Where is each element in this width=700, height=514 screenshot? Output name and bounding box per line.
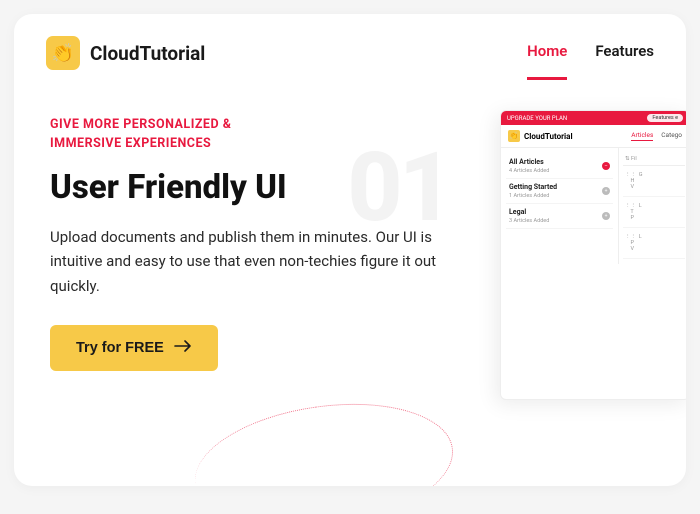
preview-topbar: UPGRADE YOUR PLAN Features e <box>501 111 686 125</box>
preview-sidebar-item: Legal 3 Articles Added + <box>506 204 613 229</box>
nav: Home Features <box>527 42 654 64</box>
header: 👏 CloudTutorial Home Features <box>14 14 686 88</box>
plus-icon: + <box>602 212 610 220</box>
preview-tab-articles: Articles <box>631 131 653 141</box>
preview-logo-icon: 👏 <box>508 130 520 142</box>
preview-item-sub: 3 Articles Added <box>509 218 549 224</box>
logo-icon: 👏 <box>46 36 80 70</box>
nav-features[interactable]: Features <box>595 42 654 64</box>
nav-home[interactable]: Home <box>527 42 567 64</box>
list-item: ⋮⋮ L P V <box>623 228 685 259</box>
landing-card: 👏 CloudTutorial Home Features GIVE MORE … <box>14 14 686 486</box>
cta-label: Try for FREE <box>76 340 164 356</box>
try-free-button[interactable]: Try for FREE <box>50 325 218 371</box>
preview-header: 👏 CloudTutorial Articles Catego <box>501 125 686 148</box>
preview-tabs: Articles Catego <box>631 131 682 141</box>
hero-heading: User Friendly UI <box>50 168 650 207</box>
brand-name: CloudTutorial <box>90 42 205 65</box>
preview-brand: CloudTutorial <box>524 132 573 141</box>
preview-item-title: All Articles <box>509 158 549 166</box>
preview-tab-categories: Catego <box>661 131 682 141</box>
upgrade-banner: UPGRADE YOUR PLAN <box>507 115 567 122</box>
decorative-dotted-arc <box>187 388 461 486</box>
preview-item-title: Legal <box>509 208 549 216</box>
app-preview: UPGRADE YOUR PLAN Features e 👏 CloudTuto… <box>500 110 686 400</box>
preview-filter: ⇅ Fil <box>623 153 685 166</box>
arrow-right-icon <box>174 340 192 356</box>
brand[interactable]: 👏 CloudTutorial <box>46 36 205 70</box>
preview-features-pill: Features e <box>647 114 683 122</box>
